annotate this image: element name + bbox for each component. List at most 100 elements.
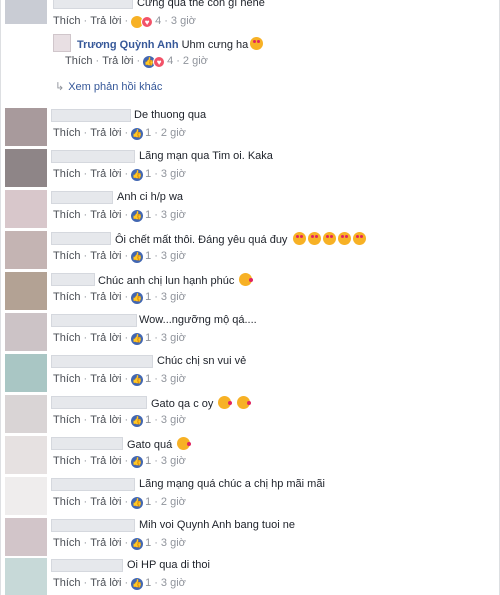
- like-link[interactable]: Thích: [53, 414, 81, 427]
- reaction-summary[interactable]: 👍: [131, 455, 144, 468]
- comment-actions: Thích · Trả lời · 👍 1 · 3 giờ: [53, 209, 186, 222]
- avatar[interactable]: [5, 395, 47, 433]
- like-link[interactable]: Thích: [53, 15, 81, 28]
- like-link[interactable]: Thích: [53, 496, 81, 509]
- timestamp[interactable]: 3 giờ: [161, 291, 186, 304]
- reaction-summary[interactable]: 👍: [131, 496, 144, 509]
- timestamp[interactable]: 3 giờ: [161, 455, 186, 468]
- avatar[interactable]: [5, 0, 47, 24]
- reply-link[interactable]: Trả lời: [90, 127, 121, 140]
- masked-name: [51, 478, 135, 491]
- heart-eyes-emoji-icon: [292, 232, 306, 245]
- reaction-summary[interactable]: ♥: [131, 15, 154, 28]
- timestamp[interactable]: 3 giờ: [161, 537, 186, 550]
- reply-link[interactable]: Trả lời: [90, 168, 121, 181]
- timestamp[interactable]: 3 giờ: [171, 15, 196, 28]
- reply-link[interactable]: Trả lời: [90, 577, 121, 590]
- like-link[interactable]: Thích: [53, 127, 81, 140]
- timestamp[interactable]: 2 giờ: [161, 496, 186, 509]
- reaction-summary[interactable]: 👍: [131, 414, 144, 427]
- avatar[interactable]: [5, 436, 47, 474]
- like-link[interactable]: Thích: [53, 455, 81, 468]
- like-link[interactable]: Thích: [53, 373, 81, 386]
- reaction-count: 1: [145, 414, 152, 426]
- comment-text: Cưng quá thế còn gì hehe: [137, 0, 265, 9]
- avatar[interactable]: [5, 558, 47, 595]
- like-link[interactable]: Thích: [53, 209, 81, 222]
- reaction-summary[interactable]: 👍: [131, 537, 144, 550]
- timestamp[interactable]: 3 giờ: [161, 373, 186, 386]
- timestamp[interactable]: 2 giờ: [161, 127, 186, 140]
- comment-actions: Thích · Trả lời · 👍 1 · 3 giờ: [53, 577, 186, 590]
- reply-link[interactable]: Trả lời: [90, 291, 121, 304]
- reaction-summary[interactable]: 👍: [131, 127, 144, 140]
- reply-link[interactable]: Trả lời: [90, 209, 121, 222]
- like-link[interactable]: Thích: [53, 577, 81, 590]
- love-reaction-icon: ♥: [153, 55, 166, 68]
- comment-actions: Thích · Trả lời · 👍 1 · 2 giờ: [53, 496, 186, 509]
- like-link[interactable]: Thích: [65, 55, 93, 68]
- reply-link[interactable]: Trả lời: [102, 55, 133, 68]
- heart-eyes-emoji-icon: [352, 232, 366, 245]
- timestamp[interactable]: 3 giờ: [161, 250, 186, 263]
- avatar[interactable]: [5, 272, 47, 310]
- avatar[interactable]: [5, 313, 47, 351]
- reaction-summary[interactable]: 👍: [131, 577, 144, 590]
- like-link[interactable]: Thích: [53, 168, 81, 181]
- masked-name: [51, 150, 135, 163]
- reaction-summary[interactable]: 👍: [131, 373, 144, 386]
- reply-link[interactable]: Trả lời: [90, 332, 121, 345]
- comment-actions: Thích · Trả lời · 👍 1 · 3 giờ: [53, 168, 186, 181]
- avatar[interactable]: [5, 108, 47, 146]
- avatar[interactable]: [5, 231, 47, 269]
- reaction-summary[interactable]: 👍: [131, 209, 144, 222]
- comment-text: Gato qa c oy: [151, 396, 251, 411]
- comment-text: Lãng mạn qua Tim oi. Kaka: [139, 150, 273, 162]
- reply-arrow-icon: ↳: [55, 81, 65, 93]
- reaction-summary[interactable]: 👍: [131, 168, 144, 181]
- reply-link[interactable]: Trả lời: [90, 250, 121, 263]
- timestamp[interactable]: 3 giờ: [161, 168, 186, 181]
- like-link[interactable]: Thích: [53, 291, 81, 304]
- reply-link[interactable]: Trả lời: [90, 414, 121, 427]
- timestamp[interactable]: 3 giờ: [161, 332, 186, 345]
- avatar[interactable]: [5, 149, 47, 187]
- comment-actions: Thích · Trả lời · 👍 1 · 3 giờ: [53, 373, 186, 386]
- like-link[interactable]: Thích: [53, 332, 81, 345]
- avatar[interactable]: [5, 190, 47, 228]
- avatar[interactable]: [5, 477, 47, 515]
- masked-name: [51, 314, 137, 327]
- like-reaction-icon: 👍: [131, 250, 144, 263]
- reply-link[interactable]: Trả lời: [90, 496, 121, 509]
- avatar[interactable]: [5, 518, 47, 556]
- like-reaction-icon: 👍: [131, 373, 144, 386]
- reaction-count: 1: [145, 577, 152, 589]
- like-reaction-icon: 👍: [131, 168, 144, 181]
- timestamp[interactable]: 3 giờ: [161, 209, 186, 222]
- comment-text: Chúc chị sn vui vẻ: [157, 355, 247, 367]
- masked-name: [51, 109, 131, 122]
- timestamp[interactable]: 3 giờ: [161, 414, 186, 427]
- author-name[interactable]: Trương Quỳnh Anh: [77, 39, 179, 51]
- view-more-replies-link[interactable]: ↳ Xem phản hồi khác: [55, 80, 162, 93]
- reaction-summary[interactable]: 👍: [131, 332, 144, 345]
- like-reaction-icon: 👍: [131, 209, 144, 222]
- avatar[interactable]: [5, 354, 47, 392]
- heart-eyes-emoji-icon: [250, 37, 264, 50]
- timestamp[interactable]: 2 giờ: [183, 55, 208, 68]
- reaction-count: 4: [167, 55, 174, 67]
- timestamp[interactable]: 3 giờ: [161, 577, 186, 590]
- comment-text: Anh ci h/p wa: [117, 191, 184, 203]
- reply-link[interactable]: Trả lời: [90, 15, 121, 28]
- reaction-summary[interactable]: 👍 ♥: [143, 55, 166, 68]
- reaction-summary[interactable]: 👍: [131, 250, 144, 263]
- reply-link[interactable]: Trả lời: [90, 537, 121, 550]
- like-link[interactable]: Thích: [53, 250, 81, 263]
- reply-link[interactable]: Trả lời: [90, 455, 121, 468]
- like-link[interactable]: Thích: [53, 537, 81, 550]
- like-reaction-icon: 👍: [131, 291, 144, 304]
- reply-link[interactable]: Trả lời: [90, 373, 121, 386]
- reaction-summary[interactable]: 👍: [131, 291, 144, 304]
- avatar[interactable]: [53, 34, 71, 52]
- like-reaction-icon: 👍: [131, 496, 144, 509]
